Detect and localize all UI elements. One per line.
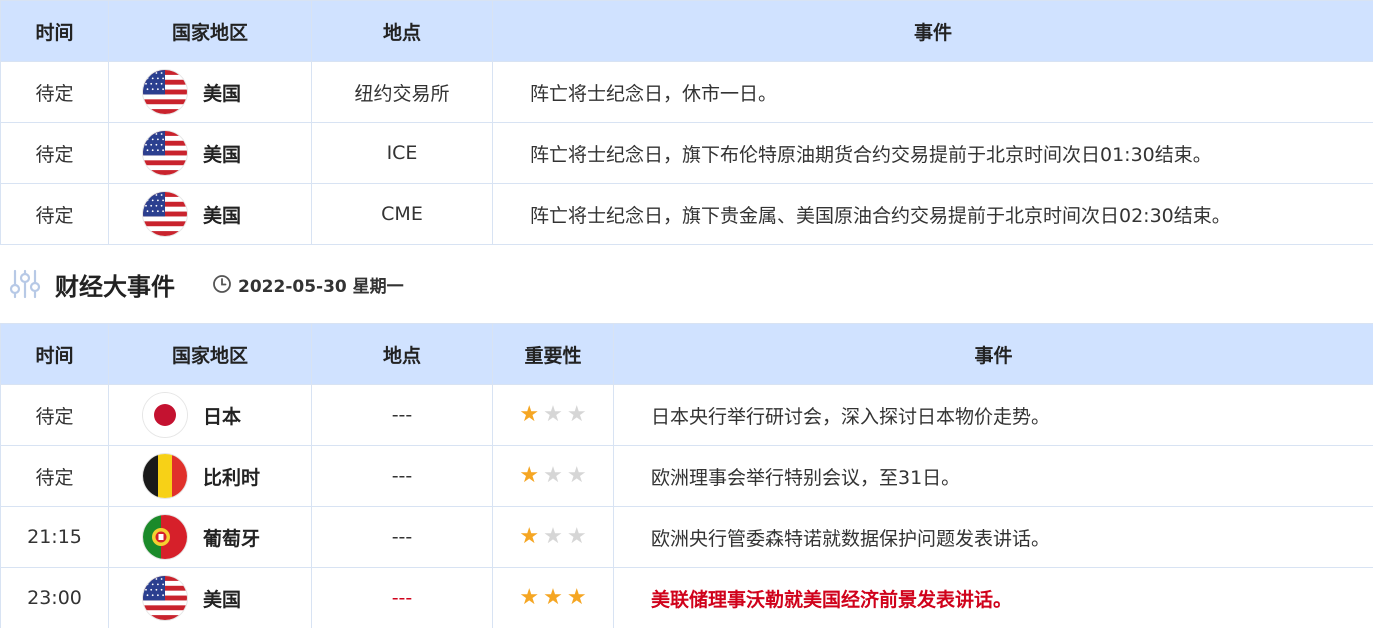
header-importance: 重要性 xyxy=(492,323,614,385)
header-time: 时间 xyxy=(0,0,109,62)
japan-flag-icon xyxy=(143,393,187,437)
country-name: 葡萄牙 xyxy=(203,527,261,550)
time-cell: 21:15 xyxy=(0,506,109,568)
clock-icon xyxy=(212,274,232,294)
sliders-icon xyxy=(7,266,43,302)
header-event: 事件 xyxy=(492,0,1373,62)
country-name: 日本 xyxy=(203,405,242,428)
star-filled-icon: ★ xyxy=(519,463,540,488)
importance-cell: ★ ★ ★ xyxy=(492,506,614,568)
star-filled-icon: ★ xyxy=(519,585,540,610)
country-name: 比利时 xyxy=(203,466,261,489)
event-cell: 日本央行举行研讨会，深入探讨日本物价走势。 xyxy=(613,384,1373,446)
time-cell: 待定 xyxy=(0,445,109,507)
table-row: 待定 美国 ICE 阵亡将士纪念日，旗下布伦特原油期货合约交易提前于北京时间次日… xyxy=(0,122,1373,184)
table-row: 21:15 葡萄牙 --- ★ ★ ★ 欧洲央行管委森特诺就数据保护问题发表讲话。 xyxy=(0,506,1373,568)
time-cell: 待定 xyxy=(0,122,109,184)
country-cell: 美国 xyxy=(108,61,312,123)
event-cell: 欧洲央行管委森特诺就数据保护问题发表讲话。 xyxy=(613,506,1373,568)
time-cell: 待定 xyxy=(0,183,109,245)
section-title: 财经大事件 xyxy=(55,272,175,301)
event-cell: 欧洲理事会举行特别会议，至31日。 xyxy=(613,445,1373,507)
event-cell: 阵亡将士纪念日，旗下贵金属、美国原油合约交易提前于北京时间次日02:30结束。 xyxy=(492,183,1373,245)
event-cell: 阵亡将士纪念日，旗下布伦特原油期货合约交易提前于北京时间次日01:30结束。 xyxy=(492,122,1373,184)
country-cell: 美国 xyxy=(108,183,312,245)
header-place: 地点 xyxy=(311,323,493,385)
place-cell: --- xyxy=(311,506,493,568)
belgium-flag-icon xyxy=(143,454,187,498)
importance-cell: ★ ★ ★ xyxy=(492,567,614,628)
portugal-flag-icon xyxy=(143,515,187,559)
holiday-header-row: 时间 国家地区 地点 事件 xyxy=(0,0,1373,62)
place-cell: --- xyxy=(311,384,493,446)
importance-cell: ★ ★ ★ xyxy=(492,445,614,507)
us-flag-icon xyxy=(143,192,187,236)
importance-cell: ★ ★ ★ xyxy=(492,384,614,446)
star-empty-icon: ★ xyxy=(566,463,587,488)
importance-stars: ★ ★ ★ xyxy=(494,402,613,427)
header-event: 事件 xyxy=(613,323,1373,385)
country-cell: 美国 xyxy=(108,567,312,628)
header-place: 地点 xyxy=(311,0,493,62)
star-filled-icon: ★ xyxy=(566,585,587,610)
table-row: 待定 比利时 --- ★ ★ ★ 欧洲理事会举行特别会议，至31日。 xyxy=(0,445,1373,507)
table-row: 待定 美国 纽约交易所 阵亡将士纪念日，休市一日。 xyxy=(0,61,1373,123)
table-row: 23:00 美国 --- ★ ★ ★ 美联储理事沃勒就美国经济前景发表讲话。 xyxy=(0,567,1373,628)
header-time: 时间 xyxy=(0,323,109,385)
us-flag-icon xyxy=(143,131,187,175)
event-cell: 美联储理事沃勒就美国经济前景发表讲话。 xyxy=(613,567,1373,628)
importance-stars: ★ ★ ★ xyxy=(494,585,613,610)
country-cell: 日本 xyxy=(108,384,312,446)
time-cell: 23:00 xyxy=(0,567,109,628)
holiday-table: 时间 国家地区 地点 事件 待定 美国 纽约交易所 阵亡将士纪念日，休市一日。 … xyxy=(0,0,1373,245)
star-filled-icon: ★ xyxy=(519,524,540,549)
us-flag-icon xyxy=(143,70,187,114)
star-filled-icon: ★ xyxy=(543,585,563,610)
table-row: 待定 日本 --- ★ ★ ★ 日本央行举行研讨会，深入探讨日本物价走势。 xyxy=(0,384,1373,446)
us-flag-icon xyxy=(143,576,187,620)
star-empty-icon: ★ xyxy=(566,524,587,549)
place-cell: --- xyxy=(311,567,493,628)
section-date: 2022-05-30 星期一 xyxy=(238,276,404,297)
star-empty-icon: ★ xyxy=(543,524,563,549)
star-empty-icon: ★ xyxy=(543,463,563,488)
country-name: 美国 xyxy=(203,82,242,105)
country-name: 美国 xyxy=(203,204,242,227)
place-cell: 纽约交易所 xyxy=(311,61,493,123)
header-country: 国家地区 xyxy=(108,323,312,385)
star-empty-icon: ★ xyxy=(566,402,587,427)
star-filled-icon: ★ xyxy=(519,402,540,427)
country-cell: 比利时 xyxy=(108,445,312,507)
country-cell: 美国 xyxy=(108,122,312,184)
country-name: 美国 xyxy=(203,588,242,611)
section-header: 财经大事件 2022-05-30 星期一 xyxy=(0,258,1373,310)
table-row: 待定 美国 CME 阵亡将士纪念日，旗下贵金属、美国原油合约交易提前于北京时间次… xyxy=(0,183,1373,245)
event-cell: 阵亡将士纪念日，休市一日。 xyxy=(492,61,1373,123)
place-cell: CME xyxy=(311,183,493,245)
events-table: 时间 国家地区 地点 重要性 事件 待定 日本 --- ★ ★ ★ 日本央行举行研讨… xyxy=(0,323,1373,628)
country-cell: 葡萄牙 xyxy=(108,506,312,568)
importance-stars: ★ ★ ★ xyxy=(494,524,613,549)
time-cell: 待定 xyxy=(0,384,109,446)
star-empty-icon: ★ xyxy=(543,402,563,427)
country-name: 美国 xyxy=(203,143,242,166)
time-cell: 待定 xyxy=(0,61,109,123)
importance-stars: ★ ★ ★ xyxy=(494,463,613,488)
header-country: 国家地区 xyxy=(108,0,312,62)
events-header-row: 时间 国家地区 地点 重要性 事件 xyxy=(0,323,1373,385)
place-cell: --- xyxy=(311,445,493,507)
place-cell: ICE xyxy=(311,122,493,184)
